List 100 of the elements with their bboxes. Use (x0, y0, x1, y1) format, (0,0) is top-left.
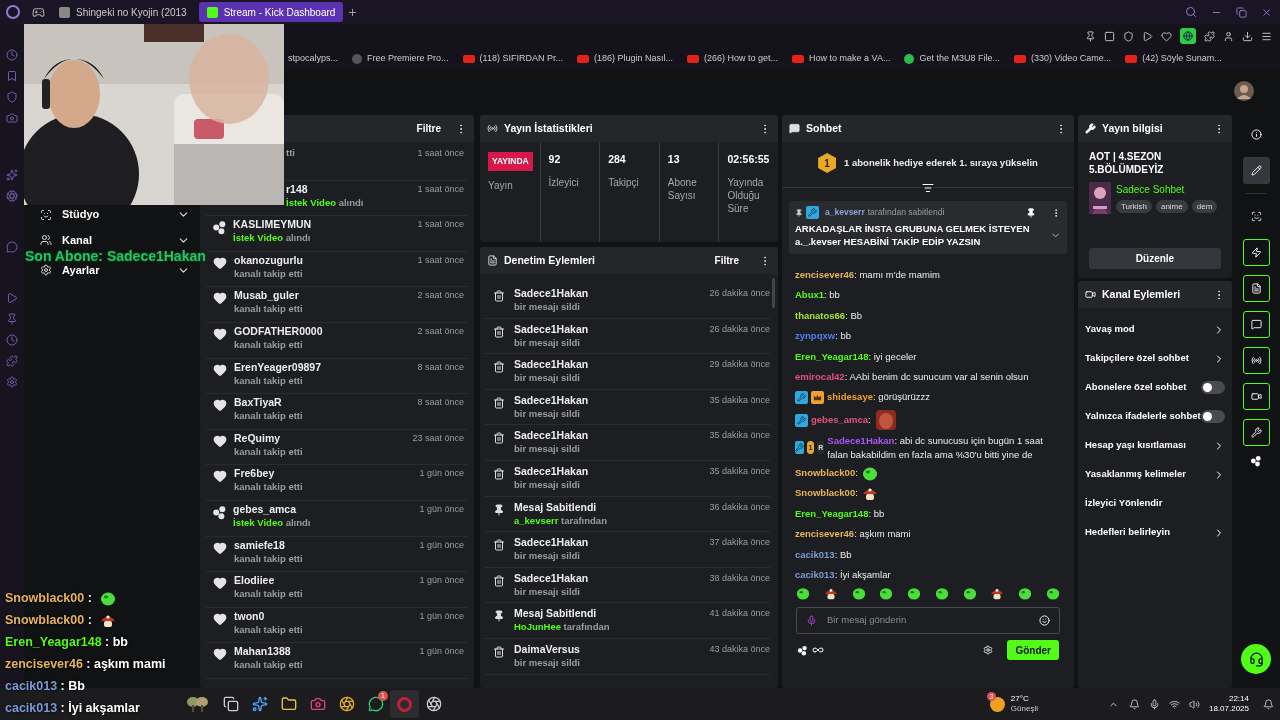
search-icon[interactable] (1185, 6, 1197, 18)
lightning-icon[interactable] (1242, 239, 1270, 266)
chat-message: gebes_amca: (811, 413, 871, 428)
unpin-icon[interactable] (1026, 207, 1036, 218)
wrench-icon[interactable] (1242, 419, 1270, 446)
network-icon[interactable] (1168, 698, 1180, 710)
messaging-app-icon[interactable] (367, 696, 384, 712)
extension-icon[interactable] (1180, 28, 1196, 44)
last-subscriber-text: Son Abone: Sadece1Hakan (25, 249, 206, 263)
send-button[interactable]: Gönder (1007, 640, 1059, 660)
channel-action[interactable]: İzleyici Yönlendir (1085, 494, 1225, 513)
infinity-icon[interactable] (812, 644, 824, 656)
notifications-icon[interactable] (1263, 698, 1274, 710)
document-icon[interactable] (1242, 275, 1270, 302)
bookmark[interactable]: (118) SIFIRDAN Pr... (479, 52, 563, 66)
notification-icon[interactable] (1128, 698, 1140, 710)
support-button[interactable] (1241, 644, 1271, 674)
browser-logo-icon[interactable] (6, 5, 20, 19)
volume-icon[interactable] (1188, 698, 1200, 710)
broadcast-icon[interactable] (1242, 347, 1270, 374)
bookmark[interactable]: Free Premiere Pro... (367, 52, 449, 66)
pencil-icon[interactable] (1242, 157, 1270, 184)
bookmark[interactable]: stpocalyps... (288, 52, 339, 66)
new-tab-icon[interactable] (347, 6, 359, 18)
nav-item[interactable]: Stüdyo (34, 206, 190, 223)
sidebar-icon[interactable] (6, 334, 18, 346)
toolbar-icon[interactable] (1104, 30, 1115, 42)
tag[interactable]: Turkish (1116, 200, 1152, 213)
toggle-switch[interactable] (1201, 381, 1225, 394)
bookmark[interactable]: Get the M3U8 File... (919, 52, 1000, 66)
heart-icon (213, 469, 227, 484)
microphone-icon[interactable] (1148, 698, 1160, 710)
chat-message: shidesaye: görüşürüzzz (827, 390, 930, 405)
bookmark[interactable]: (266) How to get... (703, 52, 778, 66)
dots-icon (212, 504, 227, 520)
browser-tab[interactable]: Stream - Kick Dashboard (198, 2, 344, 22)
close-icon[interactable] (1261, 6, 1272, 18)
channel-action[interactable]: Takipçilere özel sohbet (1085, 349, 1225, 368)
widgets-icon[interactable] (186, 696, 208, 712)
nav-item[interactable]: Kanal (34, 231, 190, 249)
dots-icon[interactable] (797, 644, 808, 656)
sidebar-icon[interactable] (6, 313, 18, 325)
channel-action[interactable]: Hesap yaşı kısıtlaması (1085, 436, 1225, 455)
chat-icon (789, 123, 800, 134)
trash-icon (493, 361, 505, 374)
nav-item[interactable]: Ayarlar (34, 263, 190, 277)
toolbar-icon[interactable] (1142, 30, 1153, 42)
bookmark[interactable]: How to make a VA... (809, 52, 891, 66)
pin-icon (493, 610, 505, 623)
trash-icon (493, 574, 505, 587)
sidebar-icon[interactable] (6, 112, 18, 124)
sidebar-icon[interactable] (6, 70, 18, 82)
toolbar-icon[interactable] (1261, 30, 1272, 42)
toolbar-icon[interactable] (1123, 30, 1134, 42)
sidebar-icon[interactable] (6, 292, 18, 304)
moderation-description: bir mesajı sildi (514, 442, 581, 456)
settings-icon[interactable] (983, 645, 994, 655)
heart-icon (213, 540, 227, 555)
sidebar-icon[interactable] (6, 376, 18, 388)
filter-button[interactable]: Filtre (416, 121, 441, 136)
toolbar-icon[interactable] (1223, 30, 1234, 42)
channel-action[interactable]: Yavaş mod (1085, 320, 1225, 339)
tag[interactable]: anime (1155, 200, 1188, 213)
chat-icon[interactable] (1242, 311, 1270, 338)
bookmark[interactable]: (330) Video Came... (1030, 52, 1112, 66)
emoji-icon[interactable] (1039, 615, 1050, 626)
toolbar-icon[interactable] (1242, 30, 1253, 42)
toolbar-icon[interactable] (1161, 30, 1172, 42)
avatar-icon[interactable] (1234, 81, 1254, 101)
message-box[interactable]: Bir mesaj gönderin (796, 607, 1060, 634)
edit-button[interactable]: Düzenle (1089, 248, 1221, 269)
message-input[interactable]: Bir mesaj gönderin (827, 613, 1029, 628)
activity-description: İstek Video alındı (233, 231, 312, 245)
dots-icon[interactable] (1250, 455, 1262, 467)
chat-message: zencisever46: aşkım mami (795, 527, 911, 542)
tag[interactable]: dem (1191, 200, 1218, 213)
toolbar-icon[interactable] (1085, 30, 1096, 42)
bookmark[interactable]: (42) Söyle Sunam... (1142, 52, 1222, 66)
sidebar-icon[interactable] (6, 355, 18, 367)
bookmark[interactable]: (186) Plugin Nasıl... (593, 52, 673, 66)
restore-icon[interactable] (1236, 6, 1247, 18)
filter-button[interactable]: Filtre (714, 253, 739, 268)
scrollbar-thumb[interactable] (772, 278, 775, 308)
sidebar-icon[interactable] (6, 241, 18, 253)
category-link[interactable]: Sadece Sohbet (1116, 182, 1218, 197)
pinned-text: ARKADAŞLAR İNSTA GRUBUNA GELMEK İSTEYEN a._.kevser HESABİNİ TAKİP EDİP YAZSIN (795, 222, 1031, 248)
browser-tab[interactable]: Shingeki no Kyojin (2013 (51, 2, 195, 22)
sidebar-icon[interactable] (6, 190, 18, 202)
sidebar-icon[interactable] (6, 49, 18, 61)
toggle-switch[interactable] (1201, 410, 1225, 423)
video-site-icon (576, 55, 589, 63)
sidebar-icon[interactable] (6, 91, 18, 103)
channel-action[interactable]: Yasaklanmış kelimeler (1085, 465, 1225, 484)
gamepad-icon[interactable] (32, 5, 45, 19)
channel-action[interactable]: Hedefleri belirleyin (1085, 523, 1225, 542)
sidebar-icon[interactable] (6, 169, 18, 181)
toolbar-icon[interactable] (1204, 30, 1215, 42)
trash-icon (493, 467, 505, 480)
camera-icon[interactable] (1242, 383, 1270, 410)
emote-icon (851, 586, 866, 600)
